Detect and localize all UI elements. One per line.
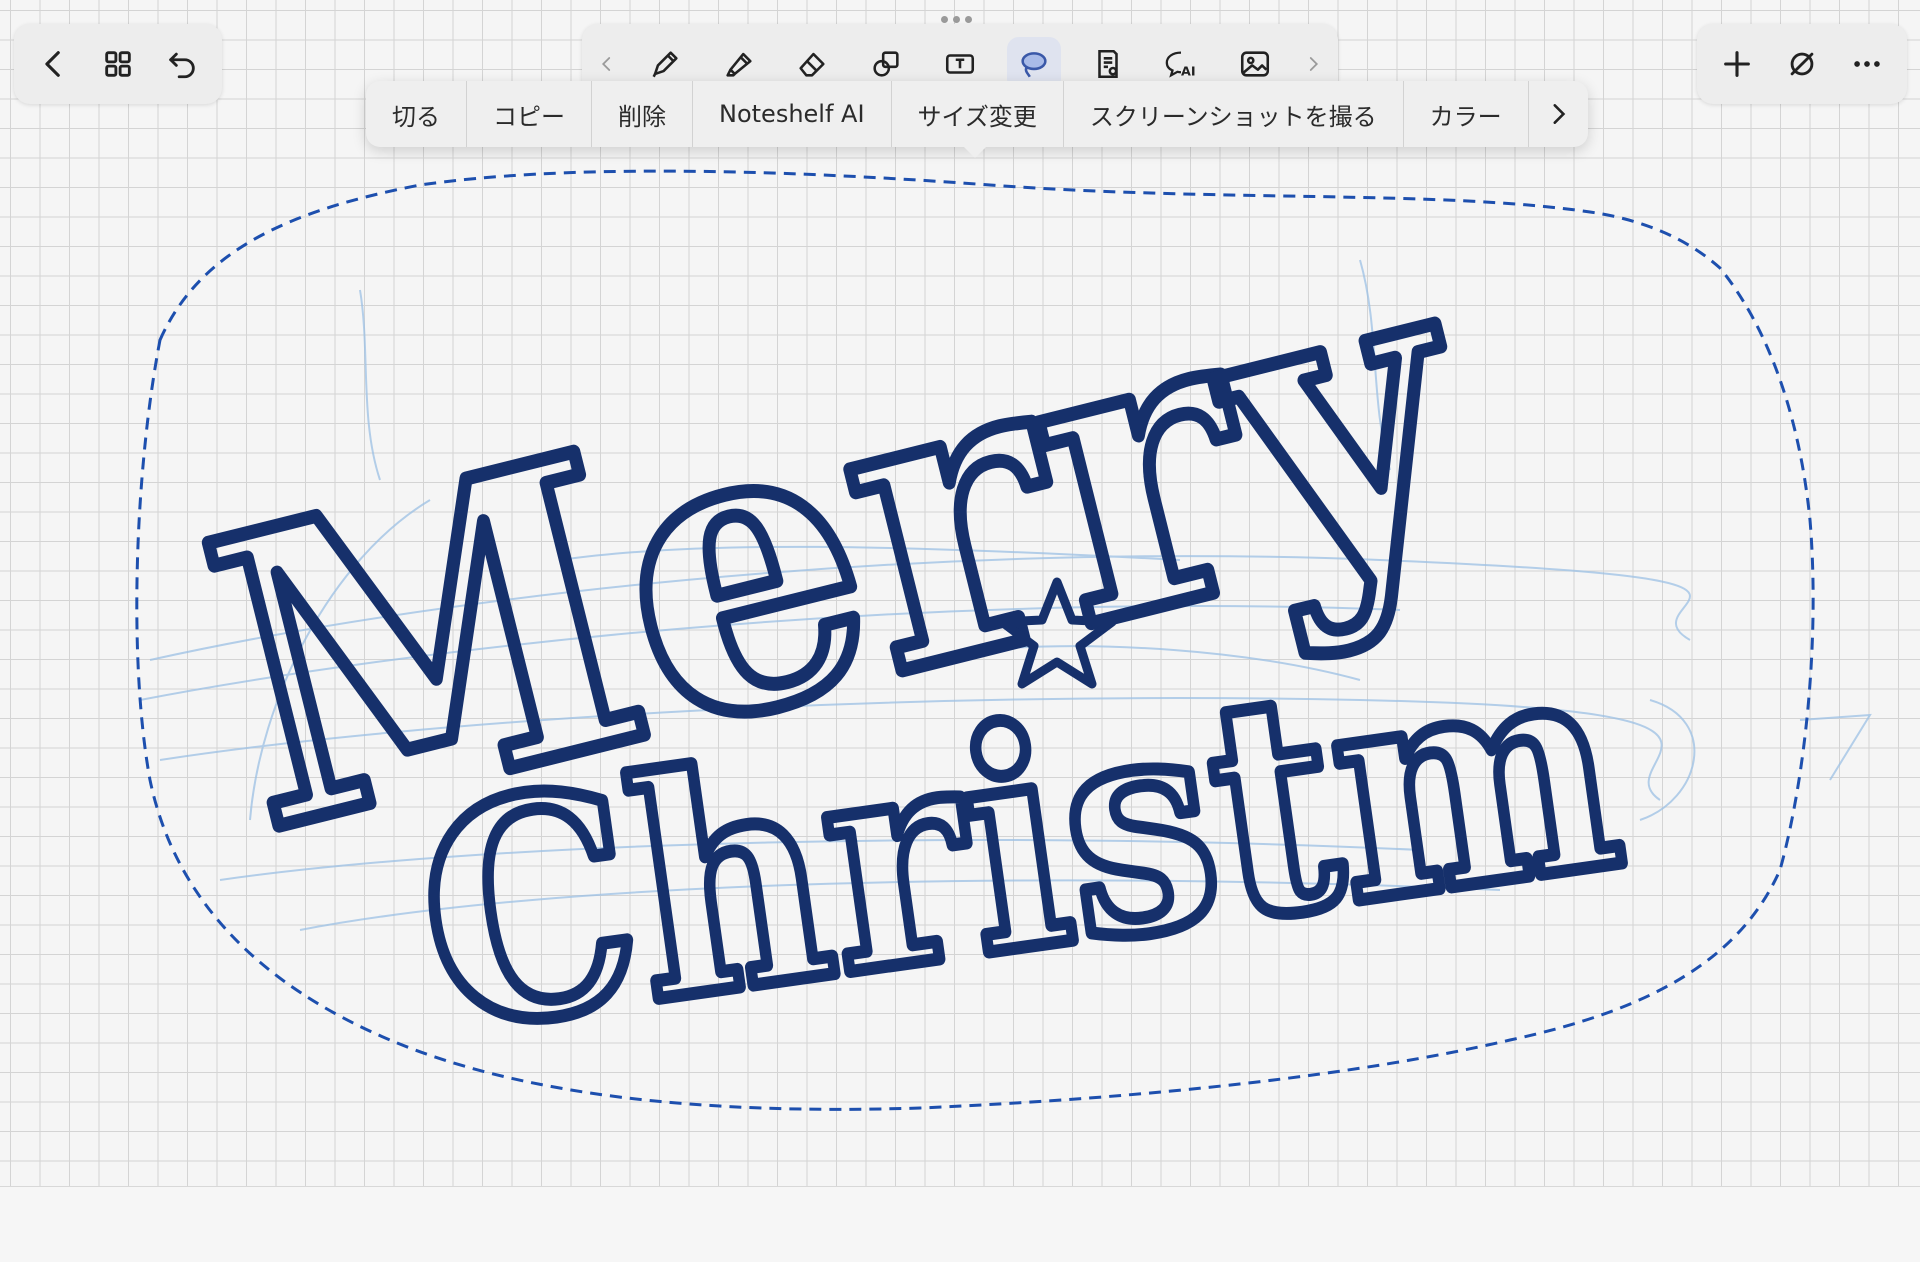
menu-more-button[interactable]: [1529, 81, 1588, 147]
context-menu-pointer: [962, 145, 988, 158]
eraser-icon: [799, 52, 825, 77]
text-box-icon: [945, 54, 975, 74]
chevron-right-icon: [1553, 104, 1566, 124]
chevron-left-icon: [45, 51, 60, 77]
undo-button[interactable]: [155, 37, 209, 91]
menu-item-color[interactable]: カラー: [1404, 81, 1529, 147]
grid-icon: [105, 51, 131, 77]
chevron-left-icon: [601, 57, 611, 71]
slash-circle-icon: [1790, 52, 1814, 76]
left-toolbar: [14, 24, 222, 104]
ellipsis-icon: [1853, 61, 1880, 67]
undo-icon: [169, 52, 195, 79]
svg-text:AI: AI: [1181, 64, 1196, 79]
back-button[interactable]: [27, 37, 81, 91]
note-icon: [1097, 49, 1118, 79]
add-button[interactable]: [1710, 37, 1764, 91]
menu-item-resize[interactable]: サイズ変更: [892, 81, 1064, 147]
pen-icon: [652, 51, 678, 78]
lasso-icon: [1021, 52, 1047, 78]
page-bottom-margin: [0, 1186, 1920, 1262]
toolbar-drag-handle[interactable]: [941, 16, 972, 23]
chevron-right-icon: [1309, 57, 1318, 71]
pages-grid-button[interactable]: [91, 37, 145, 91]
pencil-only-button[interactable]: [1775, 37, 1829, 91]
menu-item-cut[interactable]: 切る: [366, 81, 467, 147]
right-toolbar: [1697, 24, 1907, 104]
ai-chat-icon: AI: [1166, 51, 1196, 79]
menu-item-copy[interactable]: コピー: [467, 81, 592, 147]
drawing-layer[interactable]: Merry Christm: [0, 0, 1920, 1186]
plus-icon: [1724, 51, 1751, 77]
image-icon: [1241, 51, 1270, 77]
menu-item-delete[interactable]: 削除: [592, 81, 693, 147]
more-button[interactable]: [1840, 37, 1894, 91]
shapes-icon: [873, 51, 899, 77]
menu-item-noteshelf-ai[interactable]: Noteshelf AI: [693, 81, 892, 147]
menu-item-screenshot[interactable]: スクリーンショットを撮る: [1064, 81, 1404, 147]
handwritten-lettering[interactable]: Merry Christm: [166, 154, 1645, 1106]
highlighter-icon: [725, 52, 752, 77]
selection-context-menu: 切る コピー 削除 Noteshelf AI サイズ変更 スクリーンショットを撮…: [366, 81, 1588, 147]
